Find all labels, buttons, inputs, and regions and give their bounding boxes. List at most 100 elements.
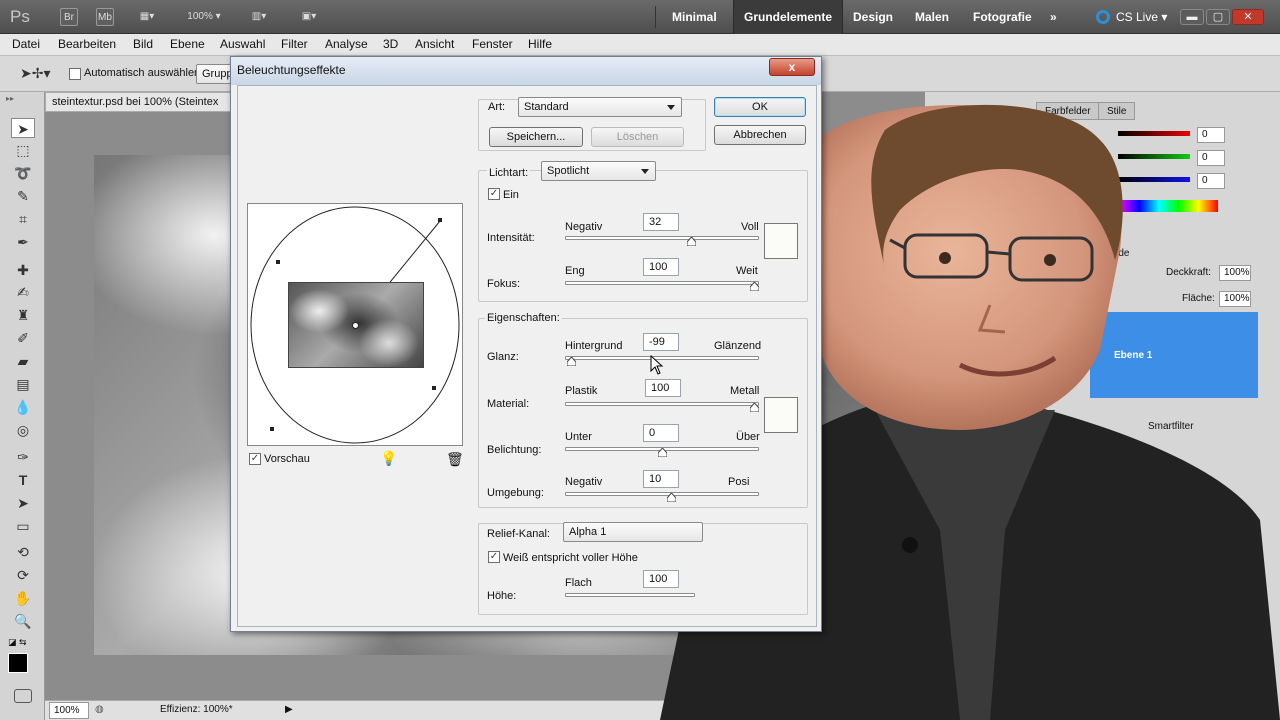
light-center-handle[interactable] (352, 322, 359, 329)
shape-tool-icon[interactable]: ▭ (11, 516, 35, 536)
status-efficiency: Effizienz: 100%* (160, 704, 233, 715)
menu-filter[interactable]: Filter (281, 37, 308, 51)
preview-label: Vorschau (264, 453, 310, 465)
healing-brush-tool-icon[interactable]: ✚ (11, 260, 35, 280)
menu-ansicht[interactable]: Ansicht (415, 37, 454, 51)
material-slider-thumb[interactable] (750, 403, 759, 412)
light-color-swatch[interactable] (764, 223, 798, 259)
ambience-field[interactable]: 10 (643, 470, 679, 488)
light-type-select[interactable]: Spotlicht (541, 161, 656, 181)
property-color-swatch[interactable] (764, 397, 798, 433)
workspace-design[interactable]: Design (843, 0, 903, 34)
intensity-field[interactable]: 32 (643, 213, 679, 231)
delete-button[interactable]: Löschen (591, 127, 684, 147)
history-brush-tool-icon[interactable]: ✐ (11, 328, 35, 348)
new-light-bulb-icon[interactable]: 💡 (380, 450, 397, 467)
minibridge-button[interactable]: Mb (96, 8, 114, 26)
crop-tool-icon[interactable]: ⌗ (11, 209, 35, 229)
texture-channel-select[interactable]: Alpha 1 (563, 522, 703, 542)
dodge-tool-icon[interactable]: ◎ (11, 420, 35, 440)
extras-icon[interactable]: ▦▾ (132, 8, 162, 26)
height-field[interactable]: 100 (643, 570, 679, 588)
ambience-min-label: Negativ (565, 476, 603, 488)
blur-tool-icon[interactable]: 💧 (11, 397, 35, 417)
gloss-field[interactable]: -99 (643, 333, 679, 351)
zoom-level-select[interactable]: 100% ▾ (180, 8, 228, 26)
3d-orbit-tool-icon[interactable]: ⟳ (11, 565, 35, 585)
menu-bild[interactable]: Bild (133, 37, 153, 51)
style-select[interactable]: Standard (518, 97, 682, 117)
preview-checkbox[interactable]: ✓ (249, 453, 261, 465)
menu-hilfe[interactable]: Hilfe (528, 37, 552, 51)
workspace-minimal[interactable]: Minimal (662, 0, 727, 34)
workspace-fotografie[interactable]: Fotografie (963, 0, 1042, 34)
view-layout-icon[interactable]: ▥▾ (244, 8, 274, 26)
cancel-button[interactable]: Abbrechen (714, 125, 806, 145)
eyedropper-tool-icon[interactable]: ✒ (11, 232, 35, 252)
document-tab[interactable]: steintextur.psd bei 100% (Steintex (45, 92, 235, 112)
auto-select-checkbox[interactable] (69, 68, 81, 80)
workspace-malen[interactable]: Malen (905, 0, 959, 34)
focus-slider[interactable] (565, 281, 759, 285)
default-colors-icon[interactable]: ◪ ⇆ (8, 637, 27, 648)
eraser-tool-icon[interactable]: ▰ (11, 351, 35, 371)
more-workspaces-icon[interactable]: » (1040, 0, 1067, 34)
lasso-tool-icon[interactable]: ➰ (11, 163, 35, 183)
menu-analyse[interactable]: Analyse (325, 37, 368, 51)
gloss-label: Glanz: (487, 351, 519, 363)
status-zoom-field[interactable]: 100% (49, 702, 89, 719)
bridge-button[interactable]: Br (60, 8, 78, 26)
menu-datei[interactable]: Datei (12, 37, 40, 51)
focus-field[interactable]: 100 (643, 258, 679, 276)
intensity-slider[interactable] (565, 236, 759, 240)
marquee-tool-icon[interactable]: ⬚ (11, 140, 35, 160)
status-menu-arrow-icon[interactable]: ▶ (285, 704, 293, 715)
menu-fenster[interactable]: Fenster (472, 37, 513, 51)
ambience-slider[interactable] (565, 492, 759, 496)
brush-tool-icon[interactable]: ✍ (11, 282, 35, 302)
intensity-slider-thumb[interactable] (687, 237, 697, 246)
gloss-slider-thumb[interactable] (566, 357, 576, 366)
menu-ebene[interactable]: Ebene (170, 37, 205, 51)
screen-mode-icon[interactable]: ▣▾ (292, 8, 326, 26)
quick-mask-icon[interactable] (14, 689, 32, 703)
clone-stamp-tool-icon[interactable]: ♜ (11, 305, 35, 325)
save-button[interactable]: Speichern... (489, 127, 583, 147)
foreground-color-swatch[interactable] (8, 653, 28, 673)
move-tool-preset-icon[interactable]: ➤✢▾ (20, 65, 51, 82)
white-is-high-checkbox[interactable]: ✓ (488, 551, 500, 563)
move-tool-icon[interactable]: ➤ (11, 118, 35, 138)
menu-bearbeiten[interactable]: Bearbeiten (58, 37, 116, 51)
dialog-close-button[interactable]: x (769, 58, 815, 76)
material-field[interactable]: 100 (645, 379, 681, 397)
menu-auswahl[interactable]: Auswahl (220, 37, 265, 51)
dialog-titlebar[interactable]: Beleuchtungseffekte x (231, 57, 821, 85)
zoom-tool-icon[interactable]: 🔍 (11, 611, 35, 631)
light-on-checkbox[interactable]: ✓ (488, 188, 500, 200)
light-type-label: Lichtart: (487, 167, 531, 179)
workspace-grundelemente[interactable]: Grundelemente (733, 0, 844, 34)
pen-tool-icon[interactable]: ✑ (11, 447, 35, 467)
cs-live-button[interactable]: CS Live ▾ (1116, 10, 1167, 24)
ok-button[interactable]: OK (714, 97, 806, 117)
tools-panel: ▸▸ ➤ ⬚ ➰ ✎ ⌗ ✒ ✚ ✍ ♜ ✐ ▰ ▤ 💧 ◎ ✑ T ➤ ▭ ⟲… (0, 92, 45, 720)
focus-slider-thumb[interactable] (750, 282, 759, 291)
type-tool-icon[interactable]: T (11, 470, 35, 490)
delete-light-trash-icon[interactable]: 🗑 (446, 451, 464, 468)
minimize-icon[interactable]: ▬ (1180, 9, 1204, 25)
maximize-icon[interactable]: ▢ (1206, 9, 1230, 25)
exposure-slider-thumb[interactable] (657, 448, 667, 457)
hand-tool-icon[interactable]: ✋ (11, 588, 35, 608)
menu-3d[interactable]: 3D (383, 37, 398, 51)
light-preview-area[interactable] (247, 203, 463, 446)
3d-rotate-tool-icon[interactable]: ⟲ (11, 542, 35, 562)
focus-min-label: Eng (565, 265, 585, 277)
material-slider[interactable] (565, 402, 759, 406)
ambience-slider-thumb[interactable] (666, 493, 676, 502)
gradient-tool-icon[interactable]: ▤ (11, 374, 35, 394)
quick-selection-tool-icon[interactable]: ✎ (11, 186, 35, 206)
window-close-icon[interactable]: ✕ (1232, 9, 1264, 25)
exposure-field[interactable]: 0 (643, 424, 679, 442)
path-selection-tool-icon[interactable]: ➤ (11, 493, 35, 513)
height-slider[interactable] (565, 593, 695, 597)
